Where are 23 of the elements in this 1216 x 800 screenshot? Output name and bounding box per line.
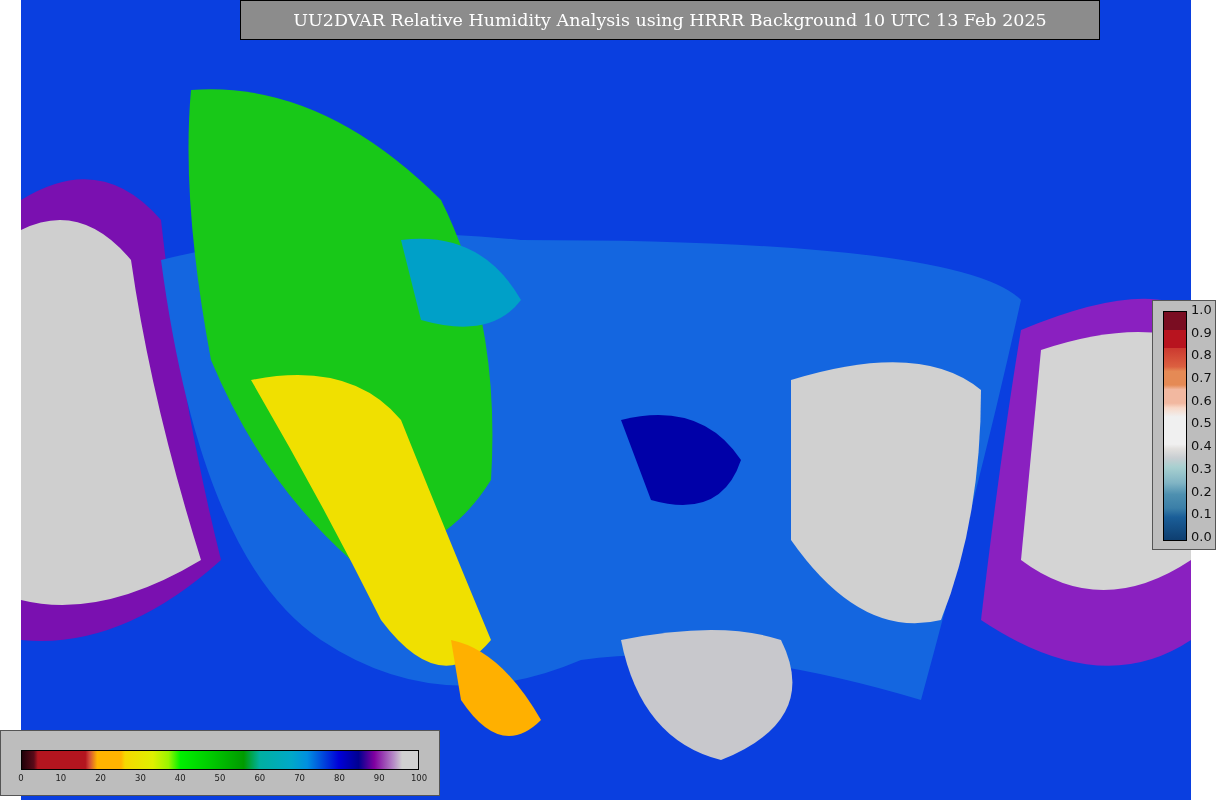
tick-label: 10 bbox=[55, 773, 67, 783]
tick-label: 60 bbox=[254, 773, 266, 783]
tick-label: 30 bbox=[135, 773, 146, 783]
tick-label: 0.9 bbox=[1191, 325, 1212, 339]
tick-label: 80 bbox=[334, 773, 345, 783]
tick-label: 0 bbox=[18, 773, 24, 783]
tick-label: 0.3 bbox=[1191, 461, 1212, 475]
tick-label: 70 bbox=[294, 773, 305, 783]
tick-label: 0.2 bbox=[1191, 484, 1212, 498]
tick-label: 0.4 bbox=[1191, 439, 1212, 453]
tick-label: 0.0 bbox=[1191, 529, 1212, 543]
tick-label: 1.0 bbox=[1191, 303, 1212, 316]
tick-label: 0.1 bbox=[1191, 507, 1212, 521]
tick-label: 0.7 bbox=[1191, 371, 1212, 385]
tick-label: 0.6 bbox=[1191, 393, 1212, 407]
tick-label: 100 bbox=[410, 773, 428, 783]
tick-label: 90 bbox=[373, 773, 385, 783]
tick-label: 20 bbox=[95, 773, 106, 783]
tick-label: 0.5 bbox=[1191, 416, 1212, 430]
tick-label: 50 bbox=[214, 773, 226, 783]
chart-title: UU2DVAR Relative Humidity Analysis using HRRR Background 10 UTC 13 Feb 2025 bbox=[240, 0, 1100, 40]
tick-label: 40 bbox=[174, 773, 186, 783]
tick-label: 0.8 bbox=[1191, 348, 1212, 362]
